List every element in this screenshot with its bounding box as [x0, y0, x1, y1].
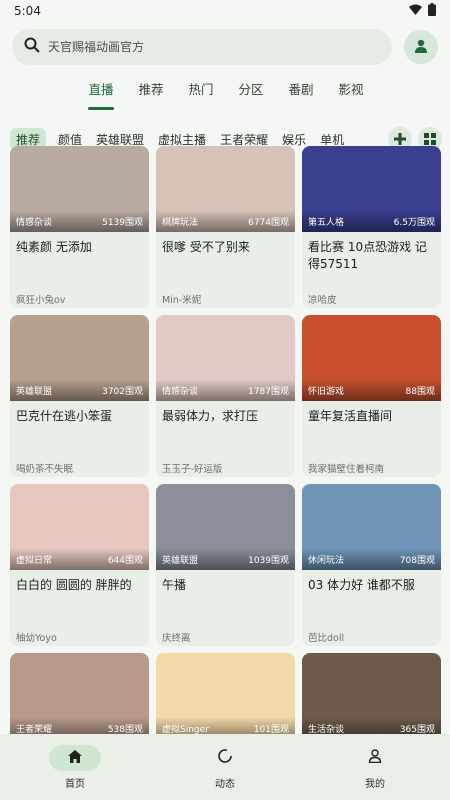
- card-category-tag: 棋牌玩法: [162, 218, 199, 228]
- live-room-card[interactable]: 第五人格 6.5万围观看比赛 10点恐游戏 记得57511 凉哈皮: [302, 146, 441, 308]
- wifi-icon: [409, 4, 422, 18]
- card-title: 午播: [162, 578, 187, 592]
- search-row: [0, 26, 450, 68]
- nav-mine-pill: [349, 745, 401, 771]
- main-tabs: 直播 推荐 热门 分区 番剧 影视: [0, 76, 450, 116]
- tab-movies[interactable]: 影视: [326, 76, 376, 116]
- card-thumbnail: 情感杂谈 1787围观: [156, 315, 295, 401]
- card-author: 庆终离: [162, 633, 191, 644]
- card-thumbnail: 棋牌玩法 6774围观: [156, 146, 295, 232]
- card-category-tag: 怀旧游戏: [308, 387, 345, 397]
- card-thumbnail: 怀旧游戏 88围观: [302, 315, 441, 401]
- tab-sections[interactable]: 分区: [226, 76, 276, 116]
- tab-hot[interactable]: 热门: [176, 76, 226, 116]
- card-title: 很嗲 受不了别来: [162, 240, 250, 254]
- live-room-card[interactable]: 情感杂谈 5139围观纯素颜 无添加 疯狂小兔ov: [10, 146, 149, 308]
- tab-anime[interactable]: 番剧: [276, 76, 326, 116]
- card-thumbnail: 虚拟日常 644围观: [10, 484, 149, 570]
- card-thumbnail: 情感杂谈 5139围观: [10, 146, 149, 232]
- nav-feed[interactable]: 动态: [175, 745, 275, 790]
- nav-home-label: 首页: [65, 778, 85, 790]
- card-title: 03 体力好 谁都不服: [308, 578, 415, 592]
- card-thumbnail: 第五人格 6.5万围观: [302, 146, 441, 232]
- category-chip[interactable]: 单机: [320, 131, 358, 148]
- account-button[interactable]: [404, 30, 438, 64]
- card-thumbnail: 生活杂谈 365围观: [302, 653, 441, 739]
- tab-recommend[interactable]: 推荐: [126, 76, 176, 116]
- status-time: 5:04: [14, 4, 41, 18]
- live-room-card[interactable]: 英雄联盟 1039围观午播庆终离: [156, 484, 295, 646]
- card-author: 芭比doll: [308, 633, 345, 644]
- card-author: 疯狂小兔ov: [16, 295, 66, 306]
- card-category-tag: 情感杂谈: [162, 387, 199, 397]
- card-author: 柚幼Yoyo: [16, 633, 57, 644]
- search-box[interactable]: [12, 29, 392, 65]
- card-viewer-count: 6.5万围观: [393, 218, 435, 228]
- card-title: 最弱体力，求打压: [162, 409, 259, 423]
- card-category-tag: 虚拟日常: [16, 556, 53, 566]
- status-bar: 5:04: [0, 0, 450, 22]
- category-chip[interactable]: 虚拟主播: [158, 131, 220, 148]
- card-thumbnail: 王者荣耀 538围观: [10, 653, 149, 739]
- status-icons: [409, 3, 436, 19]
- nav-feed-label: 动态: [215, 778, 235, 790]
- person-outline-icon: [368, 748, 382, 767]
- card-category-tag: 英雄联盟: [162, 556, 199, 566]
- card-author: 喝奶茶不失眠: [16, 464, 74, 475]
- card-category-tag: 情感杂谈: [16, 218, 53, 228]
- category-chip[interactable]: 娱乐: [282, 131, 320, 148]
- nav-feed-pill: [199, 745, 251, 771]
- card-title: 纯素颜 无添加: [16, 240, 92, 254]
- card-thumbnail: 虚拟Singer 101围观: [156, 653, 295, 739]
- bottom-nav: 首页 动态 我的: [0, 734, 450, 800]
- card-viewer-count: 708围观: [399, 556, 435, 566]
- home-icon: [68, 748, 82, 767]
- card-author: 我家猫壁住着柯南: [308, 464, 385, 475]
- card-author: 玉玉子-好运版: [162, 464, 223, 475]
- category-chip[interactable]: 颜值: [58, 131, 96, 148]
- card-viewer-count: 5139围观: [102, 218, 143, 228]
- card-viewer-count: 3702围观: [102, 387, 143, 397]
- refresh-icon: [217, 748, 233, 768]
- live-room-card[interactable]: 英雄联盟 3702围观巴克什在逃小笨蛋 喝奶茶不失眠: [10, 315, 149, 477]
- card-viewer-count: 6774围观: [248, 218, 289, 228]
- card-title: 巴克什在逃小笨蛋: [16, 409, 113, 423]
- tab-live[interactable]: 直播: [76, 76, 126, 116]
- card-thumbnail: 休闲玩法 708围观: [302, 484, 441, 570]
- nav-mine-label: 我的: [365, 778, 385, 790]
- live-room-card[interactable]: 虚拟日常 644围观白白的 圆圆的 胖胖的 柚幼Yoyo: [10, 484, 149, 646]
- battery-icon: [428, 3, 436, 19]
- card-thumbnail: 英雄联盟 1039围观: [156, 484, 295, 570]
- person-icon: [414, 38, 428, 57]
- live-room-card[interactable]: 怀旧游戏 88围观童年复活直播间 我家猫壁住着柯南: [302, 315, 441, 477]
- card-viewer-count: 88围观: [405, 387, 435, 397]
- category-chip[interactable]: 王者荣耀: [220, 131, 282, 148]
- nav-mine[interactable]: 我的: [325, 745, 425, 790]
- card-category-tag: 第五人格: [308, 218, 345, 228]
- card-category-tag: 英雄联盟: [16, 387, 53, 397]
- card-title: 看比赛 10点恐游戏 记得57511: [308, 240, 427, 271]
- card-title: 童年复活直播间: [308, 409, 393, 423]
- nav-home[interactable]: 首页: [25, 744, 125, 790]
- card-viewer-count: 644围观: [107, 556, 143, 566]
- card-viewer-count: 1787围观: [248, 387, 289, 397]
- card-title: 白白的 圆圆的 胖胖的: [16, 578, 132, 592]
- live-room-card[interactable]: 休闲玩法 708围观 03 体力好 谁都不服 芭比doll: [302, 484, 441, 646]
- search-icon: [24, 37, 40, 57]
- card-thumbnail: 英雄联盟 3702围观: [10, 315, 149, 401]
- card-category-tag: 休闲玩法: [308, 556, 345, 566]
- nav-home-pill: [49, 744, 101, 771]
- live-room-grid: 情感杂谈 5139围观纯素颜 无添加 疯狂小兔ov 棋牌玩法 6774围观很嗲 受不了别…: [10, 146, 441, 800]
- card-author: Min-米妮: [162, 295, 202, 306]
- live-room-card[interactable]: 情感杂谈 1787围观最弱体力，求打压 玉玉子-好运版: [156, 315, 295, 477]
- search-input[interactable]: [48, 40, 380, 54]
- live-room-card[interactable]: 棋牌玩法 6774围观很嗲 受不了别来 Min-米妮: [156, 146, 295, 308]
- category-chip[interactable]: 英雄联盟: [96, 131, 158, 148]
- card-author: 凉哈皮: [308, 295, 337, 306]
- card-viewer-count: 1039围观: [248, 556, 289, 566]
